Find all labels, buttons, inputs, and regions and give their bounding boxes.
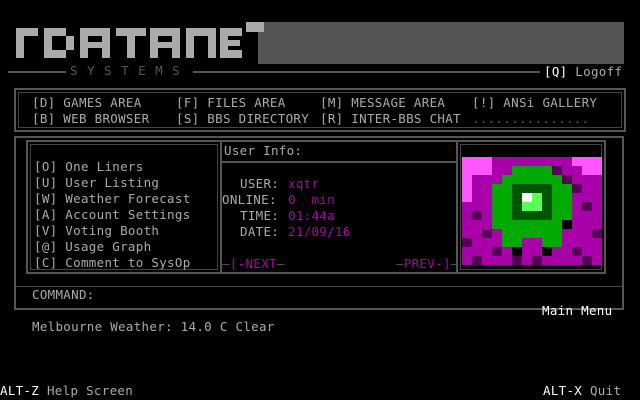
menu-item-bbs-directory[interactable]: [S] BBS DIRECTORY (176, 111, 309, 127)
logoff-link[interactable]: [Q] Logoff (544, 64, 622, 80)
time-value: 01:44a (288, 208, 335, 223)
menu-title: Main Menu (542, 303, 613, 318)
user-info-divider (222, 161, 456, 163)
user-label: USER: (240, 176, 280, 191)
side-item-weather-forecast[interactable]: [W] Weather Forecast (34, 191, 191, 207)
help-shortcut[interactable]: ALT-Z Help Screen (0, 383, 133, 399)
command-prompt: COMMAND: (32, 287, 95, 302)
logoff-label: Logoff (567, 64, 623, 79)
side-item-user-listing[interactable]: [U] User Listing (34, 175, 159, 191)
weather-status: Melbourne Weather: 14.0 C Clear (32, 319, 275, 334)
logo-subtitle: SYSTEMS (66, 63, 194, 79)
command-divider (16, 286, 622, 287)
menu-item-inter-bbs-chat[interactable]: [R] INTER-BBS CHAT (320, 111, 461, 127)
logoff-key: [Q] (544, 64, 568, 79)
menu-item-games[interactable]: [D] GAMES AREA (32, 95, 142, 111)
date-value: 21/09/16 (288, 224, 351, 239)
side-item-voting-booth[interactable]: [V] Voting Booth (34, 223, 159, 239)
menu-item-messages[interactable]: [M] MESSAGE AREA (320, 95, 445, 111)
quit-shortcut[interactable]: ALT-X Quit (543, 383, 621, 399)
next-button[interactable]: —[-NEXT— (222, 256, 285, 272)
prev-button[interactable]: —PREV-]— (396, 256, 459, 272)
side-item-account-settings[interactable]: [A] Account Settings (34, 207, 191, 223)
side-item-comment-sysop[interactable]: [C] Comment to SysOp (34, 255, 191, 271)
menu-item-ansi-gallery[interactable]: [!] ANSi GALLERY (472, 95, 597, 111)
online-label: ONLINE: (222, 192, 277, 207)
menu-item-files[interactable]: [F] FILES AREA (176, 95, 286, 111)
side-item-one-liners[interactable]: [O] One Liners (34, 159, 144, 175)
side-item-usage-graph[interactable]: [@] Usage Graph (34, 239, 151, 255)
date-label: DATE: (240, 224, 280, 239)
menu-item-web-browser[interactable]: [B] WEB BROWSER (32, 111, 149, 127)
ansi-art-image (462, 157, 602, 265)
user-info-title: User Info: (224, 143, 303, 158)
user-value: xqtr (288, 176, 320, 191)
menu-item-placeholder: ............... (472, 111, 590, 126)
online-value: 0 min (288, 192, 335, 207)
time-label: TIME: (240, 208, 280, 223)
